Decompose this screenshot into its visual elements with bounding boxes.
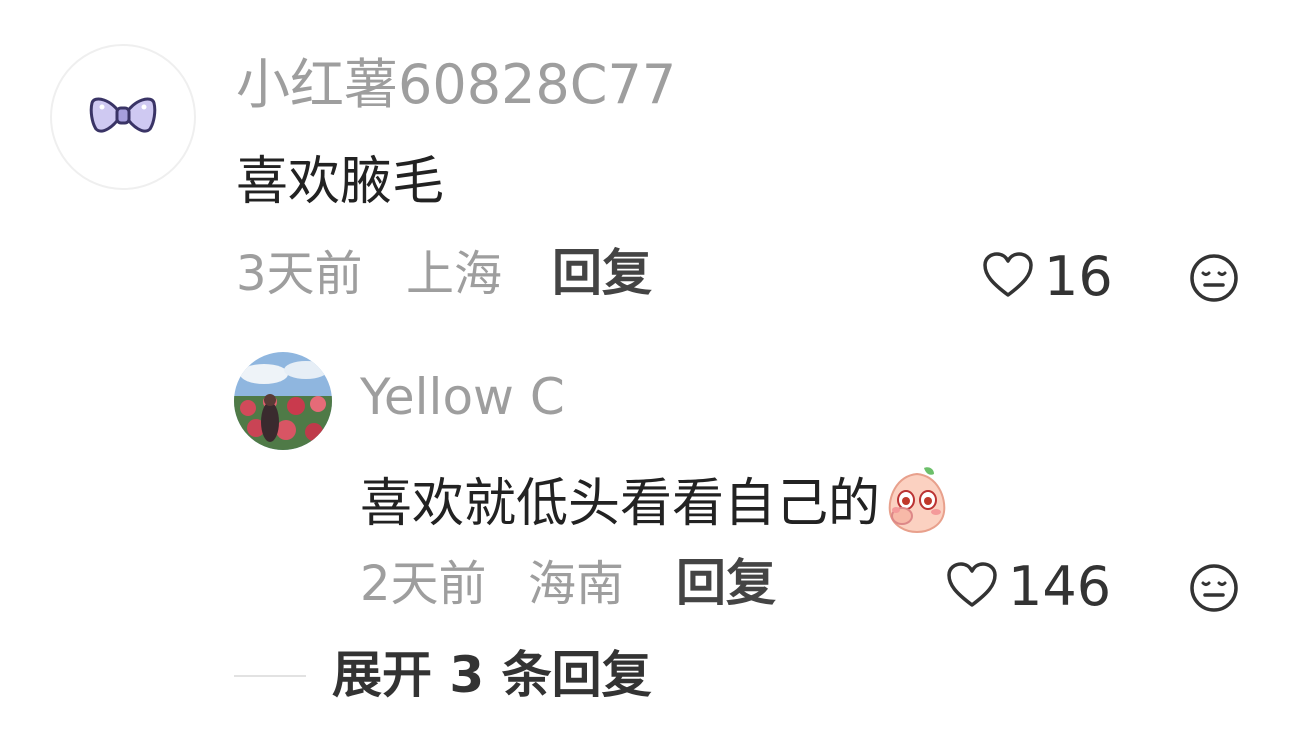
reply-reply-button[interactable]: 回复: [676, 558, 776, 608]
comment-content: 喜欢腋毛: [236, 152, 445, 212]
comment-like-count: 16: [1044, 245, 1113, 308]
comment-username[interactable]: 小红薯60828C77: [236, 58, 676, 112]
bow-icon: [88, 93, 158, 141]
heart-outline-icon: [946, 561, 998, 613]
comment-like-button[interactable]: 16: [982, 250, 1113, 304]
avatar[interactable]: [50, 44, 196, 190]
reply-like-button[interactable]: 146: [946, 560, 1111, 614]
heart-outline-icon: [982, 251, 1034, 303]
photo-avatar: [234, 352, 332, 450]
peach-covering-mouth-emoji: [884, 464, 950, 543]
reply-like-count: 146: [1008, 555, 1112, 618]
reply-time: 2天前: [360, 556, 487, 612]
meh-face-icon: [1188, 564, 1240, 618]
meh-face-icon: [1188, 254, 1240, 308]
reply-avatar[interactable]: [234, 352, 332, 450]
comment-dislike-button[interactable]: [1188, 252, 1240, 308]
comment-time: 3天前: [236, 246, 363, 302]
reply-content: 喜欢就低头看看自己的: [360, 473, 881, 534]
reply-username[interactable]: Yellow C: [360, 372, 565, 422]
expand-replies-button[interactable]: 展开 3 条回复: [332, 650, 652, 700]
reply-location: 海南: [528, 556, 625, 612]
comment-reply-button[interactable]: 回复: [552, 248, 652, 298]
comment-location: 上海: [406, 246, 503, 302]
expand-divider: [234, 675, 306, 677]
reply-dislike-button[interactable]: [1188, 562, 1240, 618]
reply-content-row: 喜欢就低头看看自己的: [360, 464, 950, 543]
